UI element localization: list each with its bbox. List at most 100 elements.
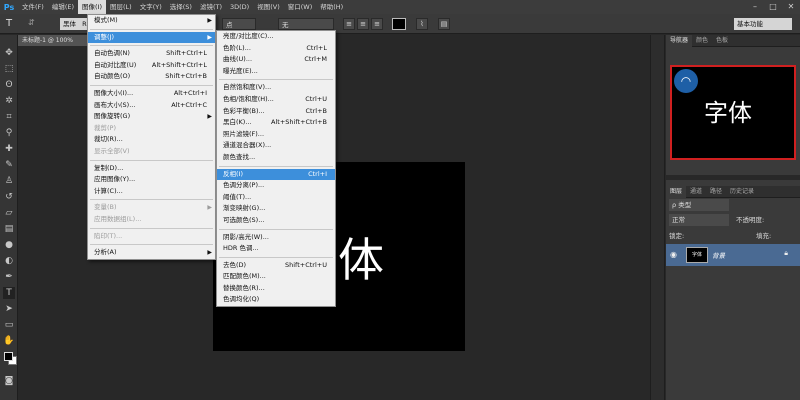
adjust-menu-item[interactable]: HDR 色调... [217,243,335,255]
adjust-menu-item[interactable]: 照片滤镜(F)... [217,129,335,141]
image-menu-item[interactable]: 复制(D)... [88,163,215,175]
image-menu-item[interactable]: 裁切(R)... [88,134,215,146]
adjust-menu-item[interactable]: 曝光度(E)... [217,66,335,78]
quick-mask-icon[interactable]: ◙ [3,375,15,387]
text-orientation-icon[interactable]: ⇵ [28,18,35,27]
path-selection-tool-icon[interactable]: ➤ [3,303,15,315]
adjust-menu-item[interactable]: 阴影/高光(W)... [217,232,335,244]
adjust-menu-item[interactable]: 通道混合器(X)... [217,140,335,152]
adjust-menu-item[interactable]: 自然饱和度(V)... [217,82,335,94]
menu-item-label: 曝光度(E)... [223,66,258,75]
menu-1[interactable]: 编辑(E) [48,0,78,14]
brush-tool-icon[interactable]: ✎ [3,159,15,171]
adjust-menu-item[interactable]: 去色(D) Shift+Ctrl+U [217,260,335,272]
image-menu-item[interactable]: 模式(M) ▶ [88,15,215,27]
adjust-menu-item[interactable]: 色调分离(P)... [217,180,335,192]
align-right-icon[interactable]: ≡ [371,18,383,30]
move-tool-icon[interactable]: ✥ [3,47,15,59]
adjust-menu-item[interactable]: 替换颜色(R)... [217,283,335,295]
menu-8[interactable]: 视图(V) [253,0,284,14]
align-center-icon[interactable]: ≡ [357,18,369,30]
type-tool-icon-selected[interactable]: T [3,287,15,299]
minimize-icon[interactable]: – [746,0,764,14]
tab-color[interactable]: 颜色 [692,35,712,47]
adjust-menu-item[interactable]: 匹配颜色(M)... [217,271,335,283]
tab-navigator[interactable]: 导航器 [666,34,693,47]
menu-4[interactable]: 文字(Y) [136,0,166,14]
menu-6[interactable]: 滤镜(T) [196,0,226,14]
adjust-menu-item[interactable]: 曲线(U)... Ctrl+M [217,54,335,66]
image-menu-item[interactable]: 自动色调(N) Shift+Ctrl+L [88,48,215,60]
image-menu-item[interactable]: 调整(J) ▶ [88,31,215,44]
image-menu-item[interactable]: 应用图像(Y)... [88,174,215,186]
image-menu-item[interactable]: 自动颜色(O) Shift+Ctrl+B [88,71,215,83]
menu-bar-items: 文件(F) 编辑(E) 图像(I) 图层(L) 文字(Y) 选择(S) 滤镜(T) 3D(D)… [18,0,347,14]
adjust-menu-item[interactable]: 颜色查找... [217,152,335,164]
eraser-tool-icon[interactable]: ▱ [3,207,15,219]
hand-tool-icon[interactable]: ✋ [3,335,15,347]
menu-2[interactable]: 图像(I) [78,0,106,14]
menu-9[interactable]: 窗口(W) [284,0,317,14]
antialias-select[interactable]: 无 [278,18,334,30]
dodge-tool-icon[interactable]: ◐ [3,255,15,267]
tab-paths[interactable]: 路径 [706,186,726,198]
healing-tool-icon[interactable]: ✚ [3,143,15,155]
eyedropper-tool-icon[interactable]: ⚲ [3,127,15,139]
adjust-menu-item[interactable]: 色相/饱和度(H)... Ctrl+U [217,94,335,106]
adjust-menu-item[interactable]: 阈值(T)... [217,192,335,204]
warp-text-icon[interactable]: ⌇ [416,18,428,30]
adjust-menu-item[interactable]: 色调均化(Q) [217,294,335,306]
adjust-menu-item[interactable]: 反相(I) Ctrl+I [217,168,335,181]
character-panel-icon[interactable]: ▤ [438,18,450,30]
adjust-menu-item[interactable]: 可选颜色(S)... [217,215,335,227]
image-menu-item[interactable]: 图像大小(I)... Alt+Ctrl+I [88,88,215,100]
adjust-menu-item[interactable]: 亮度/对比度(C)... [217,31,335,43]
menu-0[interactable]: 文件(F) [18,0,48,14]
tab-swatches[interactable]: 色板 [712,35,732,47]
tab-channels[interactable]: 通道 [686,186,706,198]
adjust-menu-item[interactable]: 黑白(K)... Alt+Shift+Ctrl+B [217,117,335,129]
adjust-menu-item[interactable]: 渐变映射(G)... [217,203,335,215]
foreground-color-swatch[interactable] [4,352,13,361]
workspace-select[interactable]: 基本功能 [734,18,792,30]
eye-icon[interactable]: ◉ [670,250,677,259]
image-menu-item[interactable]: 自动对比度(U) Alt+Shift+Ctrl+L [88,60,215,72]
blur-tool-icon[interactable]: ● [3,239,15,251]
adjust-menu-item[interactable]: 色彩平衡(B)... Ctrl+B [217,106,335,118]
image-menu-item[interactable]: 画布大小(S)... Alt+Ctrl+C [88,100,215,112]
gradient-tool-icon[interactable]: ▤ [3,223,15,235]
canvas-text: 体 [338,233,384,287]
tab-layers[interactable]: 图层 [666,185,687,198]
image-menu-item[interactable]: 计算(C)... [88,186,215,198]
font-size-select[interactable]: 点 [222,18,256,30]
magic-wand-tool-icon[interactable]: ✲ [3,95,15,107]
pen-tool-icon[interactable]: ✒ [3,271,15,283]
text-color-swatch[interactable] [392,18,406,30]
crop-tool-icon[interactable]: ⌗ [3,111,15,123]
menu-10[interactable]: 帮助(H) [316,0,347,14]
menu-7[interactable]: 3D(D) [226,0,253,14]
layer-row-background[interactable]: ◉ 字体 背景 🔒︎ [666,244,800,266]
align-left-icon[interactable]: ≡ [343,18,355,30]
lasso-tool-icon[interactable]: ʘ [3,79,15,91]
marquee-tool-icon[interactable]: ⬚ [3,63,15,75]
rectangle-tool-icon[interactable]: ▭ [3,319,15,331]
close-icon[interactable]: ✕ [782,0,800,14]
layer-filter-select[interactable]: ρ 类型 [669,199,729,211]
menu-item-label: 变量(B) [94,203,117,212]
image-menu-item: 显示全部(V) [88,146,215,158]
maximize-icon[interactable]: □ [764,0,782,14]
menu-3[interactable]: 图层(L) [106,0,136,14]
layer-name[interactable]: 背景 [712,250,725,260]
blend-mode-select[interactable]: 正常 [669,214,729,226]
navigator-preview[interactable]: ◠ 字体 [670,65,796,160]
stamp-tool-icon[interactable]: ♙ [3,175,15,187]
menu-item-label: 黑白(K)... [223,118,252,127]
image-menu-item[interactable]: 分析(A) ▶ [88,247,215,259]
tab-history[interactable]: 历史记录 [726,186,758,198]
menu-5[interactable]: 选择(S) [166,0,196,14]
history-brush-tool-icon[interactable]: ↺ [3,191,15,203]
type-tool-icon[interactable]: T [6,18,12,29]
image-menu-item[interactable]: 图像旋转(G) ▶ [88,111,215,123]
adjust-menu-item[interactable]: 色阶(L)... Ctrl+L [217,43,335,55]
